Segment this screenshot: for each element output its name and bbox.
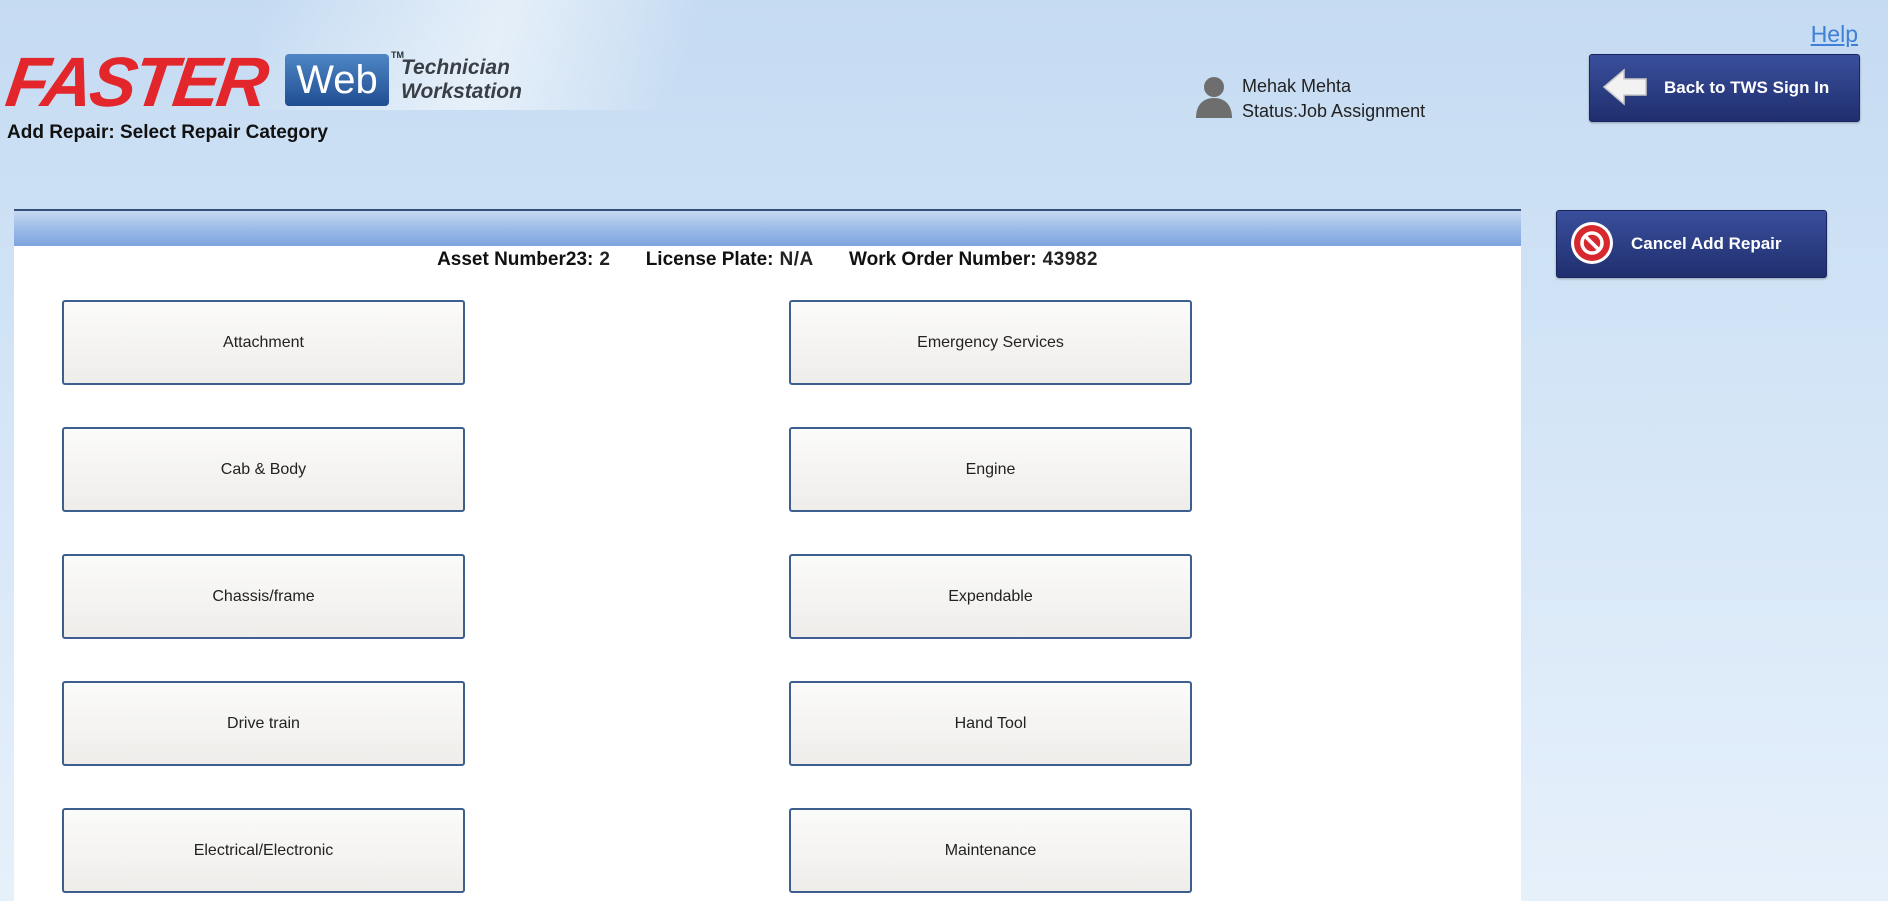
category-button-emergency-services[interactable]: Emergency Services (789, 300, 1192, 385)
work-order-value: 43982 (1042, 249, 1098, 270)
back-to-sign-in-button[interactable]: Back to TWS Sign In (1589, 54, 1860, 122)
logo-faster-text: FASTER (1, 43, 271, 121)
category-button-chassis-frame[interactable]: Chassis/frame (62, 554, 465, 639)
license-plate-value: N/A (779, 249, 814, 270)
panel-top-rule (14, 209, 1521, 211)
repair-category-panel: Asset Number23: 2 License Plate: N/A Work … (14, 209, 1521, 901)
category-button-cab-body[interactable]: Cab & Body (62, 427, 465, 512)
user-name: Mehak Mehta (1242, 76, 1352, 96)
back-to-sign-in-label: Back to TWS Sign In (1664, 78, 1830, 97)
logo-subtitle: Technician Workstation (401, 56, 541, 104)
category-button-hand-tool[interactable]: Hand Tool (789, 681, 1192, 766)
logo-web-badge: Web (285, 54, 389, 106)
cancel-add-repair-button[interactable]: Cancel Add Repair (1556, 210, 1827, 278)
work-order-label: Work Order Number: (849, 249, 1037, 270)
page-title: Add Repair: Select Repair Category (7, 122, 328, 143)
logo-subtitle-line1: Technician (401, 56, 510, 79)
user-status: Status:Job Assignment (1242, 101, 1426, 121)
arrow-left-icon (1602, 68, 1647, 106)
category-button-attachment[interactable]: Attachment (62, 300, 465, 385)
category-button-expendable[interactable]: Expendable (789, 554, 1192, 639)
category-button-maintenance[interactable]: Maintenance (789, 808, 1192, 893)
user-icon (1196, 77, 1232, 118)
category-button-drive-train[interactable]: Drive train (62, 681, 465, 766)
license-plate-label: License Plate: (645, 249, 774, 270)
logo-subtitle-line2: Workstation (401, 80, 522, 103)
category-button-electrical-electronic[interactable]: Electrical/Electronic (62, 808, 465, 893)
cancel-add-repair-label: Cancel Add Repair (1631, 234, 1782, 253)
asset-number-value: 2 (599, 249, 611, 270)
cancel-icon (1571, 222, 1613, 264)
category-button-engine[interactable]: Engine (789, 427, 1192, 512)
help-link[interactable]: Help (1811, 21, 1858, 48)
panel-header-band (14, 211, 1521, 246)
work-order-info: Asset Number23: 2 License Plate: N/A Work … (14, 249, 1521, 271)
asset-number-label: Asset Number23: (437, 249, 594, 270)
